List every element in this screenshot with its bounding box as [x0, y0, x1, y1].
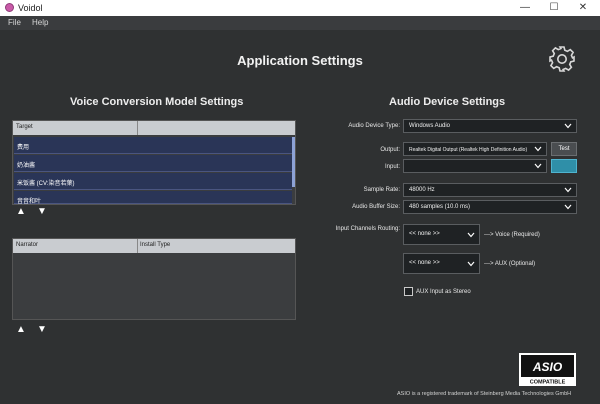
input-level-meter — [551, 159, 577, 173]
buffer-size-label: Audio Buffer Size: — [352, 204, 400, 210]
input-select[interactable] — [403, 159, 547, 173]
device-type-label: Audio Device Type: — [348, 123, 400, 129]
test-button[interactable]: Test — [551, 142, 577, 156]
audio-settings-heading: Audio Device Settings — [389, 96, 506, 108]
asio-logo-subtext: COMPATIBLE — [530, 380, 566, 386]
sample-rate-label: Sample Rate: — [363, 187, 400, 193]
move-down-button[interactable]: ▼ — [36, 207, 48, 217]
output-select[interactable]: Realtek Digital Output (Realtek High Def… — [403, 142, 547, 156]
app-icon — [5, 3, 14, 12]
output-value: Realtek Digital Output (Realtek High Def… — [409, 147, 528, 153]
chevron-down-icon — [564, 123, 572, 129]
narrator-table-header: Narrator Install Type — [13, 239, 295, 253]
model-settings-heading: Voice Conversion Model Settings — [70, 96, 244, 108]
aux-route-caption: ---> AUX (Optional) — [484, 261, 536, 267]
column-divider — [137, 121, 138, 135]
output-label: Output: — [380, 147, 400, 153]
target-row[interactable]: 音音和叶 — [14, 191, 292, 205]
maximize-button[interactable]: ☐ — [539, 0, 569, 16]
move-up-button[interactable]: ▲ — [15, 207, 27, 217]
menu-file[interactable]: File — [8, 18, 21, 27]
move-up-button[interactable]: ▲ — [15, 325, 27, 335]
chevron-down-icon — [564, 204, 572, 210]
aux-stereo-checkbox[interactable] — [404, 287, 413, 296]
menu-bar: File Help — [0, 16, 600, 30]
buffer-size-value: 480 samples (10.0 ms) — [409, 204, 471, 210]
chevron-down-icon — [467, 261, 475, 267]
column-header-install-type[interactable]: Install Type — [140, 242, 170, 248]
chevron-down-icon — [467, 232, 475, 238]
target-table-scrollbar[interactable] — [292, 137, 295, 187]
narrator-table: Narrator Install Type — [12, 238, 296, 320]
gear-icon[interactable] — [548, 45, 576, 73]
voice-channel-value: << none >> — [409, 231, 440, 237]
sample-rate-select[interactable]: 48000 Hz — [403, 183, 577, 197]
column-header-narrator[interactable]: Narrator — [16, 242, 38, 248]
device-type-select[interactable]: Windows Audio — [403, 119, 577, 133]
page-title: Application Settings — [237, 53, 363, 68]
target-table-header: Target — [13, 121, 295, 135]
asio-logo-text: ASIO — [532, 360, 563, 374]
routing-label: Input Channels Routing: — [335, 226, 400, 232]
device-type-value: Windows Audio — [409, 123, 451, 129]
target-table: Target 费用 奶油酱 米饭酱 (CV:染音若葉) 音音和叶 — [12, 120, 296, 205]
title-bar: Voidol — ☐ ✕ — [0, 0, 600, 16]
aux-channel-value: << none >> — [409, 260, 440, 266]
target-row[interactable]: 米饭酱 (CV:染音若葉) — [14, 173, 292, 190]
column-divider — [137, 239, 138, 253]
window-title: Voidol — [18, 3, 43, 13]
move-down-button[interactable]: ▼ — [36, 325, 48, 335]
target-row[interactable]: 奶油酱 — [14, 155, 292, 172]
asio-logo: ASIO COMPATIBLE — [519, 353, 576, 386]
sample-rate-value: 48000 Hz — [409, 187, 435, 193]
voice-channel-select[interactable]: << none >> — [403, 224, 480, 245]
chevron-down-icon — [534, 163, 542, 169]
voice-route-caption: ---> Voice (Required) — [484, 232, 540, 238]
column-header-target[interactable]: Target — [16, 124, 33, 130]
target-row[interactable]: 费用 — [14, 137, 292, 154]
minimize-button[interactable]: — — [510, 0, 540, 16]
input-label: Input: — [384, 164, 400, 170]
asio-trademark-notice: ASIO is a registered trademark of Steinb… — [397, 391, 572, 397]
chevron-down-icon — [564, 187, 572, 193]
close-button[interactable]: ✕ — [568, 0, 598, 16]
chevron-down-icon — [534, 146, 542, 152]
menu-help[interactable]: Help — [32, 18, 48, 27]
aux-channel-select[interactable]: << none >> — [403, 253, 480, 274]
aux-stereo-label: AUX Input as Stereo — [416, 289, 471, 295]
buffer-size-select[interactable]: 480 samples (10.0 ms) — [403, 200, 577, 214]
